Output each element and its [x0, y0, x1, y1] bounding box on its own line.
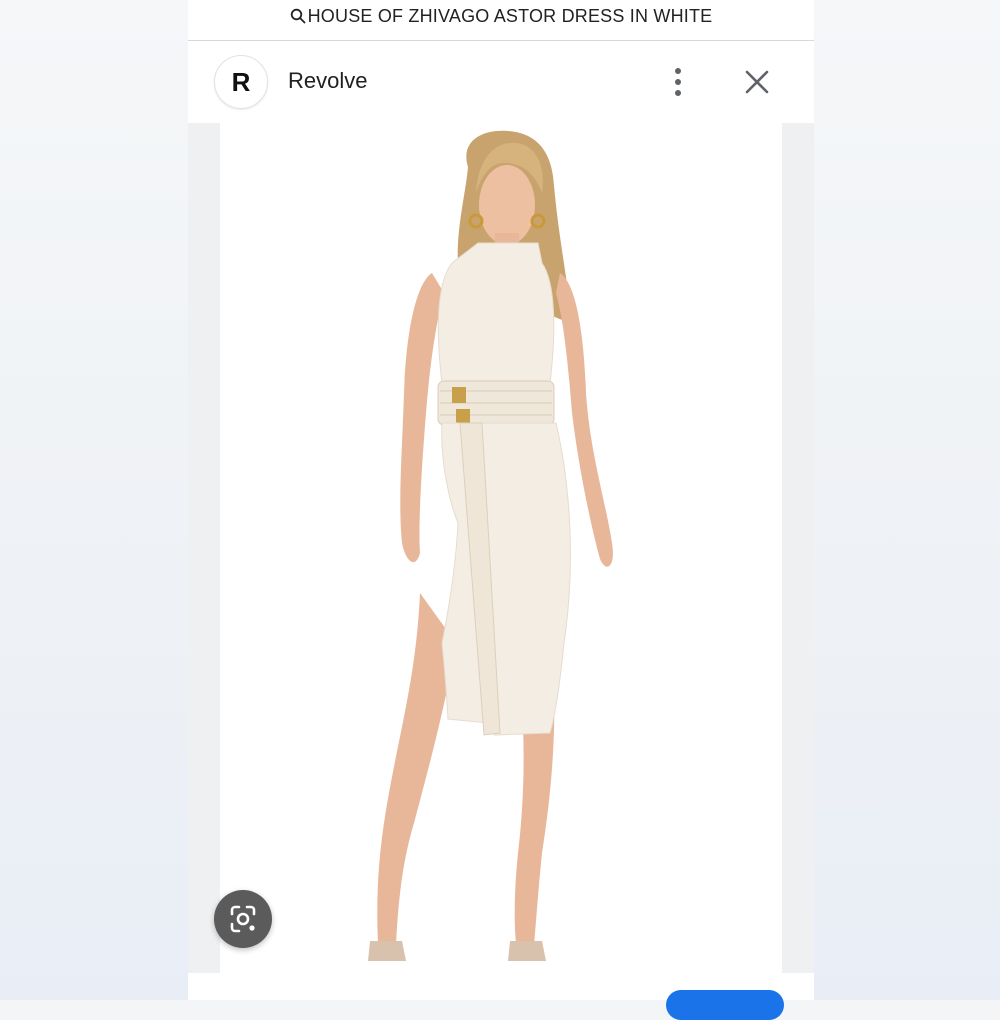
result-header: R Revolve: [188, 41, 814, 123]
search-icon: [290, 8, 306, 24]
background-right: [814, 0, 1000, 1000]
google-lens-icon: [230, 905, 256, 933]
search-query-wrapper[interactable]: HOUSE OF ZHIVAGO ASTOR DRESS IN WHITE: [188, 6, 814, 27]
site-favicon[interactable]: R: [214, 55, 268, 109]
product-image[interactable]: [220, 123, 782, 973]
site-name[interactable]: Revolve: [288, 68, 367, 94]
model-in-white-dress-illustration: [368, 130, 613, 961]
background-left: [0, 0, 188, 1000]
search-bar[interactable]: HOUSE OF ZHIVAGO ASTOR DRESS IN WHITE: [188, 0, 814, 41]
search-query[interactable]: HOUSE OF ZHIVAGO ASTOR DRESS IN WHITE: [308, 6, 713, 26]
action-button[interactable]: [666, 990, 784, 1020]
phone-screen: HOUSE OF ZHIVAGO ASTOR DRESS IN WHITE R …: [188, 0, 814, 1020]
lens-button[interactable]: [214, 890, 272, 948]
close-icon[interactable]: [742, 67, 772, 97]
more-options-icon[interactable]: [668, 65, 688, 99]
image-viewer: [188, 123, 814, 973]
favicon-letter: R: [231, 66, 251, 97]
